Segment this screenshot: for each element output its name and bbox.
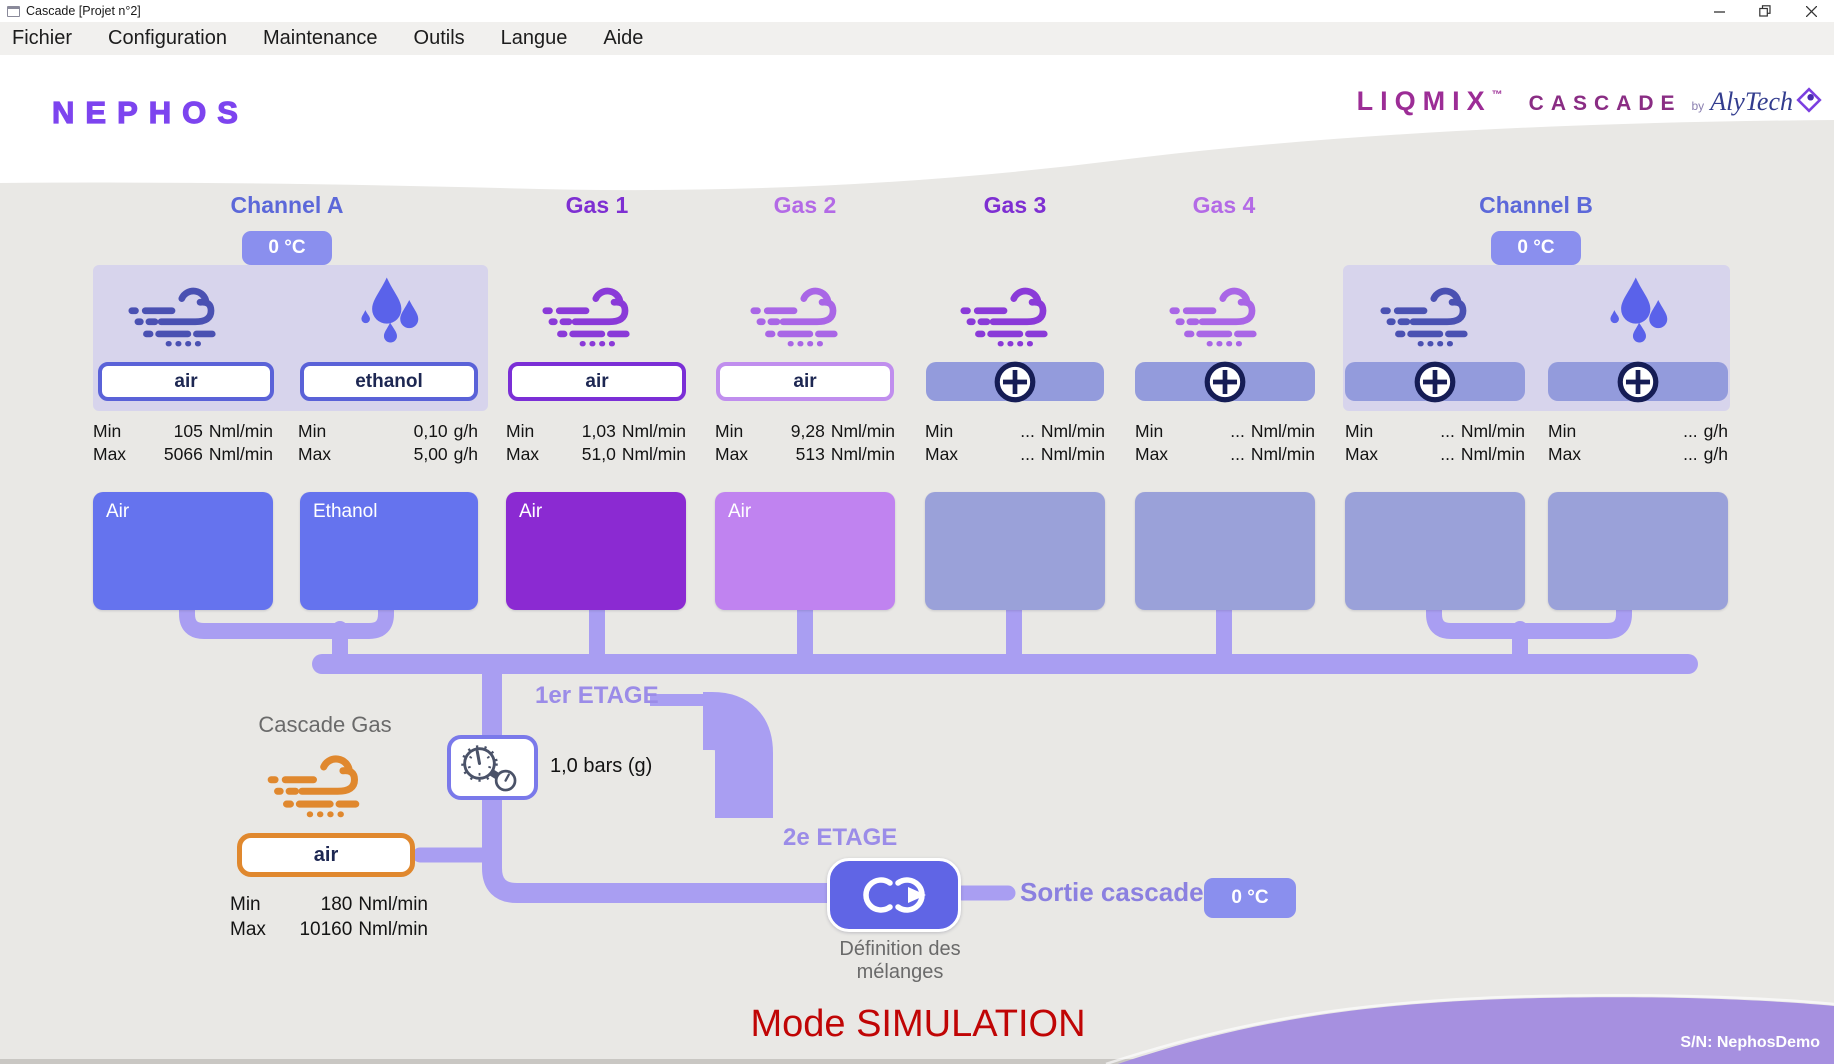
- gas-box-gas-3: [925, 492, 1105, 610]
- gas-box-gas-2: Air: [715, 492, 895, 610]
- window-bottom-edge: [0, 1059, 1834, 1064]
- gas-box-gas-1: Air: [506, 492, 686, 610]
- stage-2-label: 2e ETAGE: [783, 824, 897, 852]
- simulation-mode-banner: Mode SIMULATION: [748, 1003, 1088, 1046]
- cascade-gas-title: Cascade Gas: [225, 712, 425, 738]
- liquid-box-channel-b: [1548, 492, 1728, 610]
- gauge-icon: [454, 741, 532, 795]
- gas-box-channel-b: [1345, 492, 1525, 610]
- wind-icon: [262, 740, 388, 822]
- stage-1-label: 1er ETAGE: [535, 682, 659, 710]
- minmax-cascade-gas: Min180Nml/min Max10160Nml/min: [230, 892, 428, 942]
- mixture-definition-button[interactable]: [827, 858, 961, 932]
- gas-box-gas-4: [1135, 492, 1315, 610]
- cascade-output-label: Sortie cascade: [1020, 877, 1204, 908]
- cascade-gas-select-button[interactable]: air: [237, 833, 415, 877]
- mixer-loops-icon: [844, 867, 944, 923]
- gas-box-channel-a: Air: [93, 492, 273, 610]
- gas-box-label: Ethanol: [313, 501, 377, 522]
- mixture-definition-caption: Définition des mélanges: [800, 938, 1000, 984]
- output-temp-badge[interactable]: 0 °C: [1204, 878, 1296, 918]
- gas-box-label: Air: [106, 501, 129, 522]
- gas-box-label: Air: [728, 501, 751, 522]
- pressure-value: 1,0 bars (g): [550, 755, 652, 778]
- cascade-app-window: Cascade [Projet n°2] Fichier Configurati…: [0, 0, 1834, 1064]
- liquid-box-channel-a: Ethanol: [300, 492, 478, 610]
- pressure-gauge-button[interactable]: [447, 735, 538, 800]
- serial-number: S/N: NephosDemo: [1680, 1034, 1820, 1052]
- gas-box-label: Air: [519, 501, 542, 522]
